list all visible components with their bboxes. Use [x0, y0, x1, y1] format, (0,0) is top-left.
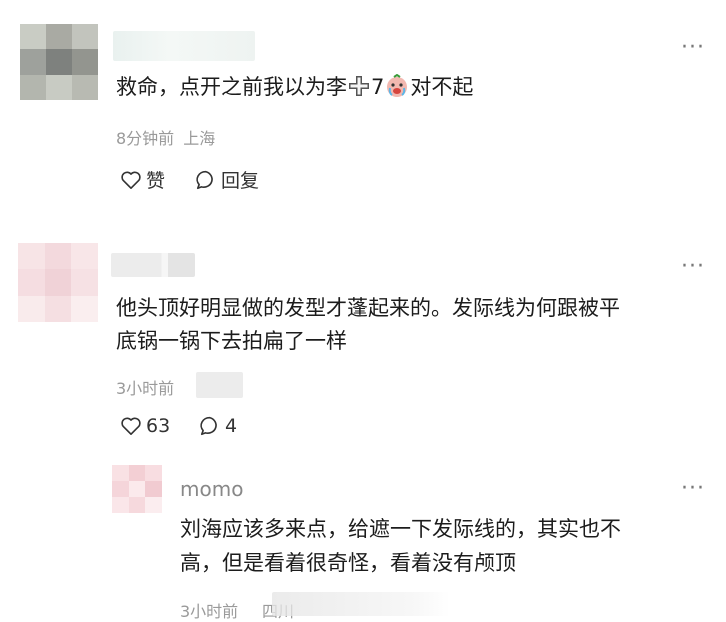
- speech-bubble-icon: [196, 170, 213, 189]
- reply-text-line: 刘海应该多来点，给遮一下发际线的，其实也不: [180, 517, 621, 541]
- reply-text-line: 高，但是看着很奇怪，看着没有颅顶: [180, 551, 516, 575]
- speech-bubble-icon: [200, 416, 217, 436]
- like-label: 赞: [146, 170, 166, 192]
- more-dots-icon[interactable]: ···: [681, 256, 705, 278]
- comment-text-part: 7: [371, 75, 385, 99]
- comment-meta: 8分钟前 上海: [116, 125, 215, 149]
- reply-button[interactable]: 4: [199, 415, 237, 437]
- more-dots-icon[interactable]: ···: [681, 37, 705, 59]
- more-dots-icon[interactable]: ···: [681, 478, 705, 500]
- watermark-blurred: [272, 592, 450, 616]
- heart-outline-icon: [121, 417, 141, 435]
- username-blurred[interactable]: [111, 253, 195, 277]
- like-count: 63: [146, 415, 171, 437]
- comment-text-part: 救命，点开之前我以为李: [116, 75, 347, 99]
- reply-label: 回复: [221, 170, 260, 192]
- reply-button[interactable]: 回复: [195, 166, 259, 193]
- comment-avatar[interactable]: [20, 24, 98, 100]
- like-button[interactable]: 63: [120, 415, 170, 437]
- comment-time: 3小时前: [116, 379, 175, 398]
- comment-text-line: 他头顶好明显做的发型才蓬起来的。发际线为何跟被平: [116, 296, 620, 320]
- comment-text: 救命，点开之前我以为李 7 对不起: [116, 71, 473, 108]
- comment-text-line: 底锅一锅下去拍扁了一样: [116, 329, 347, 353]
- crying-face-emoji: [385, 73, 409, 108]
- cross-emoji: [348, 74, 370, 107]
- reply-username[interactable]: momo: [180, 477, 243, 501]
- like-button[interactable]: 赞: [120, 166, 165, 193]
- reply-avatar[interactable]: [112, 465, 162, 513]
- reply-time: 3小时前: [180, 602, 239, 621]
- heart-outline-icon: [121, 171, 141, 189]
- comment-time: 8分钟前: [116, 129, 175, 148]
- location-blurred: [196, 372, 243, 398]
- reply-count: 4: [225, 415, 238, 437]
- comment-text-part: 对不起: [410, 75, 474, 99]
- username-blurred[interactable]: [113, 31, 255, 61]
- comment-location: 上海: [183, 129, 216, 148]
- comment-avatar[interactable]: [18, 243, 98, 322]
